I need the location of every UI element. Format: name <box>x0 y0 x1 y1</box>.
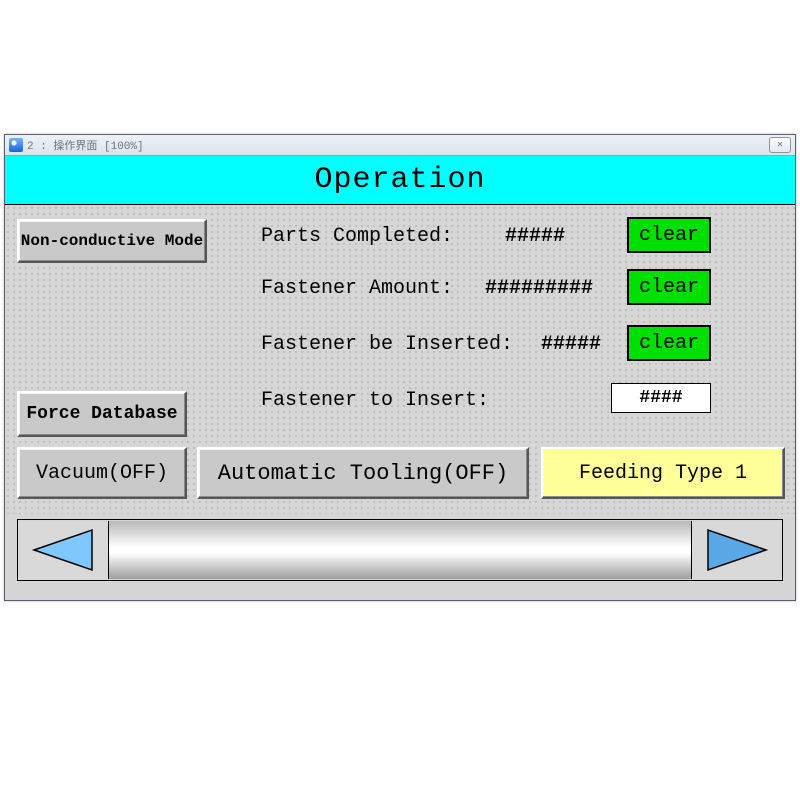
close-icon: ✕ <box>777 139 783 151</box>
automatic-tooling-toggle-button[interactable]: Automatic Tooling(OFF) <box>197 447 529 499</box>
app-icon <box>9 138 23 152</box>
main-panel: Non-conductive Mode Force Database Vacuu… <box>5 205 795 514</box>
window-title: 2 : 操作界面 [100%] <box>27 137 144 153</box>
fastener-inserted-value: ##### <box>541 333 601 356</box>
feed-label: Feeding Type 1 <box>579 462 747 485</box>
fastener-inserted-label: Fastener be Inserted: <box>261 333 513 356</box>
fastener-to-insert-input[interactable]: #### <box>611 383 711 413</box>
vacuum-label: Vacuum(OFF) <box>36 462 168 485</box>
non-conductive-mode-button[interactable]: Non-conductive Mode <box>17 219 207 263</box>
nav-track <box>109 521 691 579</box>
clear-label: clear <box>639 332 699 355</box>
fastener-amount-value: ######### <box>485 277 593 300</box>
arrow-right-icon <box>702 526 772 574</box>
clear-fastener-amount-button[interactable]: clear <box>627 269 711 305</box>
clear-label: clear <box>639 276 699 299</box>
feeding-type-button[interactable]: Feeding Type 1 <box>541 447 785 499</box>
clear-parts-completed-button[interactable]: clear <box>627 217 711 253</box>
nav-bar <box>17 519 783 581</box>
nav-next-button[interactable] <box>691 521 782 579</box>
clear-fastener-inserted-button[interactable]: clear <box>627 325 711 361</box>
fastener-to-insert-value: #### <box>639 388 682 408</box>
close-button[interactable]: ✕ <box>769 137 791 153</box>
vacuum-toggle-button[interactable]: Vacuum(OFF) <box>17 447 187 499</box>
mode-button-label: Non-conductive Mode <box>21 232 203 250</box>
page-header: Operation <box>5 156 795 205</box>
parts-completed-label: Parts Completed: <box>261 225 453 248</box>
clear-label: clear <box>639 224 699 247</box>
force-database-button[interactable]: Force Database <box>17 391 187 437</box>
fastener-to-insert-label: Fastener to Insert: <box>261 389 489 412</box>
auto-tool-label: Automatic Tooling(OFF) <box>218 461 508 486</box>
arrow-left-icon <box>28 526 98 574</box>
fastener-amount-label: Fastener Amount: <box>261 277 453 300</box>
titlebar: 2 : 操作界面 [100%] ✕ <box>5 135 795 156</box>
nav-prev-button[interactable] <box>18 521 109 579</box>
page-title: Operation <box>314 163 485 197</box>
db-button-label: Force Database <box>26 404 177 424</box>
app-window: 2 : 操作界面 [100%] ✕ Operation Non-conducti… <box>4 134 796 601</box>
parts-completed-value: ##### <box>505 225 565 248</box>
